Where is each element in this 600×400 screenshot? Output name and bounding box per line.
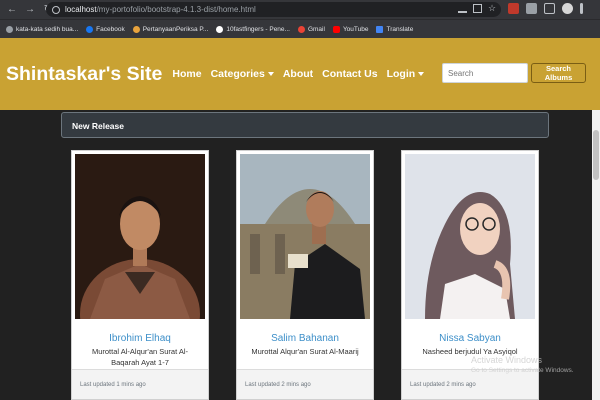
card-footer: Last updated 1 mins ago (72, 369, 208, 399)
watermark-subtitle: Go to Settings to activate Windows. (471, 367, 574, 374)
extension-red-icon[interactable] (508, 3, 519, 14)
artist-photo (75, 154, 205, 319)
address-bar[interactable]: localhost/my-portofolio/bootstrap-4.1.3-… (46, 2, 501, 17)
nav-login[interactable]: Login (387, 68, 425, 80)
menu-icon[interactable] (580, 3, 583, 14)
bookmark-item[interactable]: kata-kata sedih bua... (6, 25, 78, 33)
forward-icon[interactable]: → (24, 4, 36, 16)
doc-icon (132, 25, 140, 33)
album-card[interactable]: Ibrohim Elhaq Murottal Al-Alqur'an Surat… (71, 150, 209, 400)
watermark-title: Activate Windows (471, 355, 543, 365)
artist-photo (240, 154, 370, 319)
card-footer: Last updated 2 mins ago (237, 369, 373, 399)
bookmarks-bar: kata-kata sedih bua... Facebook Pertanya… (0, 19, 600, 38)
nav-home[interactable]: Home (172, 68, 201, 80)
star-icon[interactable]: ☆ (488, 4, 497, 13)
album-card[interactable]: Salim Bahanan Murottal Alqur'an Surat Al… (236, 150, 374, 400)
keyboard-icon (216, 25, 224, 33)
back-icon[interactable]: ← (6, 4, 18, 16)
gmail-icon (297, 25, 305, 33)
youtube-icon (332, 25, 340, 33)
nav-categories[interactable]: Categories (211, 68, 274, 80)
caret-down-icon (418, 72, 425, 77)
site-info-icon[interactable] (52, 5, 60, 14)
search-albums-button[interactable]: Search Albums (531, 63, 586, 83)
artist-name[interactable]: Salim Bahanan (237, 333, 373, 344)
url-text: localhost/my-portofolio/bootstrap-4.1.3-… (65, 5, 256, 14)
artist-photo (405, 154, 535, 319)
windows-activation-watermark: Activate Windows Go to Settings to activ… (471, 355, 574, 374)
new-release-header: New Release (61, 112, 549, 138)
album-description: Murottal Al-Alqur'an Surat Al-Baqarah Ay… (91, 347, 189, 367)
artist-name[interactable]: Nissa Sabyan (402, 333, 538, 344)
browser-toolbar: ← → ↻ localhost/my-portofolio/bootstrap-… (0, 0, 600, 19)
bookmark-icon (6, 25, 13, 33)
site-brand[interactable]: Shintaskar's Site (6, 63, 162, 86)
extension-puzzle-icon[interactable] (526, 3, 537, 14)
last-updated: Last updated 1 mins ago (80, 382, 146, 388)
scrollbar-thumb[interactable] (593, 130, 599, 180)
facebook-icon (86, 25, 94, 33)
page-scrollbar[interactable] (592, 110, 600, 400)
nav-about[interactable]: About (283, 68, 313, 80)
bookmark-item[interactable]: PertanyaanPeriksa P... (132, 25, 208, 33)
search-input[interactable] (442, 63, 528, 83)
bookmark-item[interactable]: 10fastfingers - Pene... (216, 25, 290, 33)
caret-down-icon (267, 72, 274, 77)
nav-contact-us[interactable]: Contact Us (322, 68, 377, 80)
share-icon[interactable] (473, 4, 482, 13)
artist-name[interactable]: Ibrohim Elhaq (72, 333, 208, 344)
profile-icon[interactable] (562, 3, 573, 14)
last-updated: Last updated 2 mins ago (245, 382, 311, 388)
side-panel-icon[interactable] (544, 3, 555, 14)
album-description: Murottal Alqur'an Surat Al-Maarij (251, 347, 359, 356)
bookmark-item[interactable]: YouTube (332, 25, 368, 33)
bookmark-item[interactable]: Translate (376, 25, 413, 33)
translate-icon (376, 25, 384, 33)
last-updated: Last updated 2 mins ago (410, 382, 476, 388)
bookmark-item[interactable]: Facebook (86, 25, 125, 33)
key-icon[interactable] (458, 4, 467, 13)
section-title: New Release (72, 121, 124, 131)
nav-links: Home Categories About Contact Us Login (172, 68, 425, 80)
bookmark-item[interactable]: Gmail (297, 25, 325, 33)
site-navbar: Shintaskar's Site Home Categories About … (0, 38, 600, 110)
